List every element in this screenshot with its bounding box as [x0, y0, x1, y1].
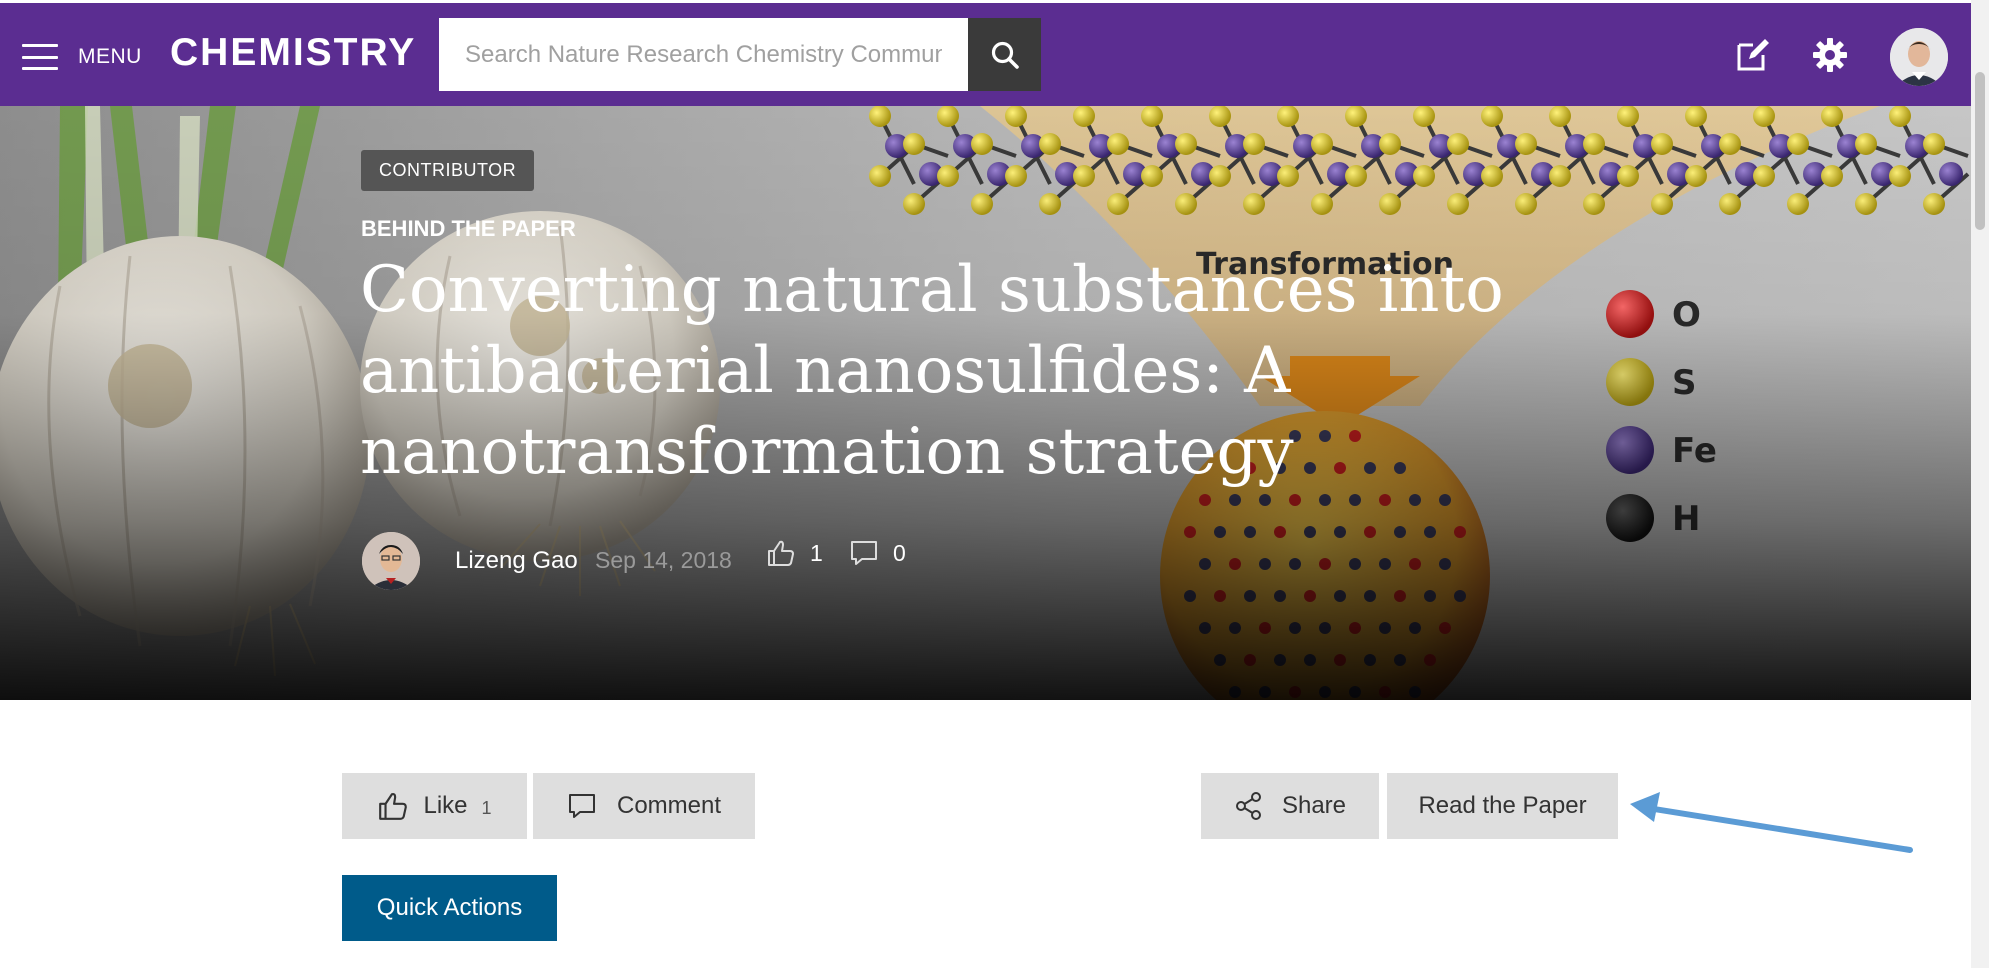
share-label: Share — [1281, 792, 1347, 819]
gear-icon — [1813, 38, 1847, 72]
page-scrollbar[interactable] — [1971, 0, 1989, 968]
comment-icon — [568, 794, 595, 818]
site-logo[interactable]: CHEMISTRY — [170, 31, 416, 75]
share-button[interactable]: Share — [1201, 773, 1379, 839]
hero-like-count[interactable]: 1 — [766, 538, 823, 568]
menu-button[interactable]: MENU — [22, 30, 142, 84]
search-icon — [991, 41, 1019, 69]
comment-label: Comment — [616, 792, 722, 819]
compose-icon — [1737, 39, 1769, 71]
author-name[interactable]: Lizeng Gao — [455, 547, 578, 575]
contributor-badge: CONTRIBUTOR — [361, 150, 535, 191]
like-count: 1 — [481, 797, 492, 818]
settings-button[interactable] — [1808, 33, 1852, 77]
scrollbar-thumb[interactable] — [1975, 72, 1985, 230]
comment-button[interactable]: Comment — [533, 773, 755, 839]
quick-actions-button[interactable]: Quick Actions — [342, 875, 557, 941]
read-paper-button[interactable]: Read the Paper — [1387, 773, 1618, 839]
article-hero: Transformation OSFeH CONTRIBUTOR BEHIND … — [0, 106, 1971, 700]
like-button[interactable]: Like 1 — [342, 773, 527, 839]
article-category[interactable]: BEHIND THE PAPER — [361, 216, 576, 242]
thumbs-up-icon — [768, 540, 794, 566]
hero-like-number: 1 — [810, 539, 823, 566]
hero-comment-number: 0 — [893, 539, 906, 566]
hamburger-icon — [22, 44, 58, 70]
top-header: MENU CHEMISTRY — [0, 3, 1971, 106]
search-input[interactable] — [439, 18, 968, 91]
share-icon — [1235, 792, 1261, 820]
hero-comment-count[interactable]: 0 — [849, 538, 906, 568]
quick-actions-label: Quick Actions — [376, 894, 523, 921]
search-bar — [439, 18, 1041, 91]
annotation-arrow — [1630, 792, 1913, 853]
user-avatar[interactable] — [1890, 28, 1948, 86]
like-label: Like — [423, 792, 468, 819]
thumbs-up-icon — [379, 793, 408, 820]
author-avatar[interactable] — [362, 532, 420, 590]
menu-label: MENU — [78, 45, 142, 68]
post-date: Sep 14, 2018 — [595, 547, 732, 573]
read-paper-label: Read the Paper — [1418, 792, 1587, 819]
comment-icon — [851, 541, 877, 565]
compose-button[interactable] — [1731, 33, 1775, 77]
article-title: Converting natural substances into antib… — [360, 253, 1504, 489]
search-button[interactable] — [968, 18, 1041, 91]
